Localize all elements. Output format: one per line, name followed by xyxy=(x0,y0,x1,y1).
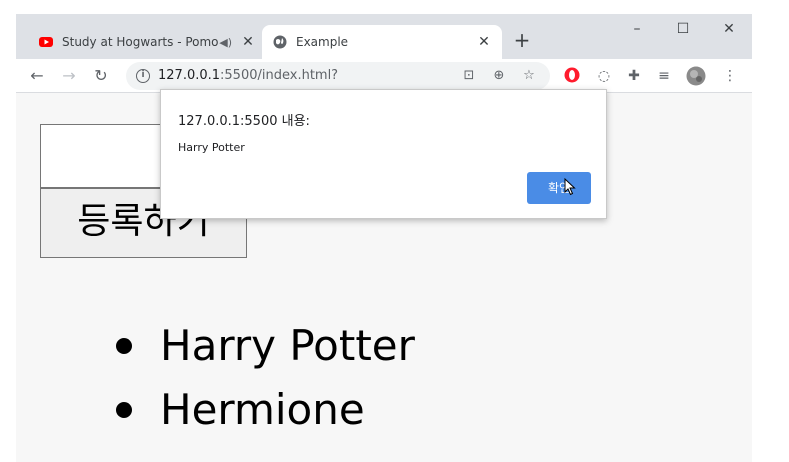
alert-dialog: 127.0.0.1:5500 내용: Harry Potter 확인 xyxy=(160,89,607,219)
timer-icon[interactable]: ◌ xyxy=(594,66,614,86)
list-item: Harry Potter xyxy=(116,314,415,378)
alert-message: Harry Potter xyxy=(178,141,245,154)
list-item: Hermione xyxy=(116,378,415,442)
speaker-icon[interactable]: ◀) xyxy=(219,36,232,49)
tab-title: Example xyxy=(296,35,349,49)
maximize-icon[interactable]: ☐ xyxy=(668,18,698,42)
alert-title: 127.0.0.1:5500 내용: xyxy=(178,114,310,129)
url-host: 127.0.0.1 xyxy=(158,68,221,83)
forward-icon[interactable]: → xyxy=(58,65,80,87)
tab-example[interactable]: Example ✕ xyxy=(262,25,502,59)
close-icon[interactable]: ✕ xyxy=(240,34,256,50)
reload-icon[interactable]: ↻ xyxy=(90,65,112,87)
back-icon[interactable]: ← xyxy=(26,65,48,87)
name-list: Harry Potter Hermione xyxy=(116,314,415,442)
address-bar[interactable]: i 127.0.0.1:5500/index.html? ⊡ ⊕ ☆ xyxy=(126,62,550,90)
toolbar: ← → ↻ i 127.0.0.1:5500/index.html? ⊡ ⊕ ☆… xyxy=(16,59,752,93)
tab-strip: Study at Hogwarts - Pomodoro ◀) ✕ Exampl… xyxy=(16,14,752,59)
star-icon[interactable]: ☆ xyxy=(520,67,538,85)
zoom-icon[interactable]: ⊕ xyxy=(490,67,508,85)
puzzle-icon[interactable]: ✚ xyxy=(624,66,644,86)
globe-icon xyxy=(273,35,287,49)
bullet-icon xyxy=(116,402,132,418)
cursor-icon xyxy=(564,178,576,196)
browser-window: Study at Hogwarts - Pomodoro ◀) ✕ Exampl… xyxy=(16,14,752,462)
tab-title: Study at Hogwarts - Pomodoro xyxy=(62,35,219,49)
new-tab-button[interactable]: + xyxy=(510,29,534,53)
close-window-icon[interactable]: ✕ xyxy=(714,18,744,42)
opera-icon[interactable] xyxy=(562,66,582,86)
playlist-icon[interactable]: ≡ xyxy=(654,66,674,86)
info-icon[interactable]: i xyxy=(136,69,150,83)
avatar[interactable] xyxy=(686,66,706,86)
bullet-icon xyxy=(116,338,132,354)
youtube-icon xyxy=(39,37,53,47)
menu-icon[interactable]: ⋮ xyxy=(720,66,740,86)
url-path: :5500/index.html? xyxy=(220,68,339,83)
translate-icon[interactable]: ⊡ xyxy=(460,67,478,85)
close-icon[interactable]: ✕ xyxy=(476,34,492,50)
list-item-text: Harry Potter xyxy=(160,321,415,370)
list-item-text: Hermione xyxy=(160,385,365,434)
tab-hogwarts[interactable]: Study at Hogwarts - Pomodoro ◀) ✕ xyxy=(28,25,266,59)
minimize-icon[interactable]: – xyxy=(622,18,652,42)
ok-button[interactable]: 확인 xyxy=(527,172,591,204)
url-text[interactable]: 127.0.0.1:5500/index.html? xyxy=(158,68,338,83)
